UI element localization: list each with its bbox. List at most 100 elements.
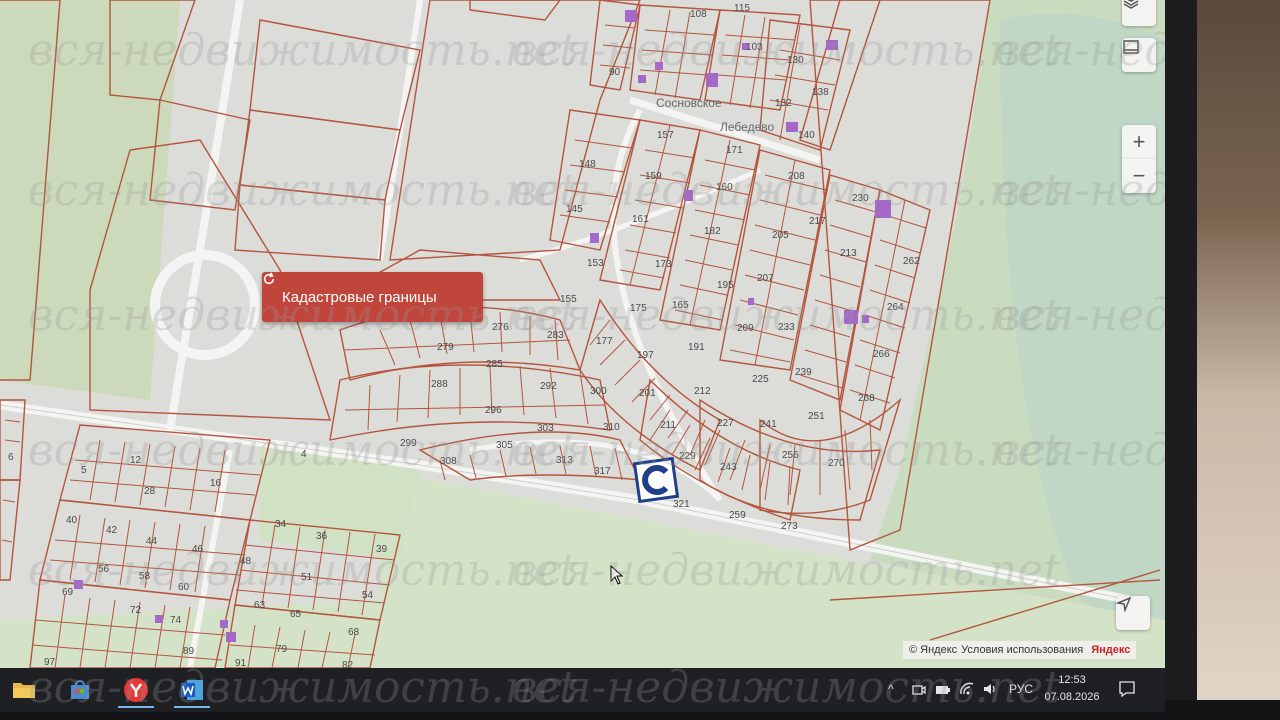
wifi-icon[interactable] xyxy=(959,681,975,697)
plot-label: 201 xyxy=(639,388,656,399)
plot-label: 175 xyxy=(630,303,647,314)
plot-label: 283 xyxy=(547,330,564,341)
plot-label: 16 xyxy=(210,478,222,489)
plot-label: 60 xyxy=(178,582,190,593)
plot-label: 243 xyxy=(720,462,737,473)
plot-label: 299 xyxy=(400,438,417,449)
plot-label: 42 xyxy=(106,525,118,536)
plot-label: 195 xyxy=(717,280,734,291)
plot-label: 82 xyxy=(342,660,354,668)
plot-label: 65 xyxy=(290,609,302,620)
map-attribution: © Яндекс Условия использования Яндекс xyxy=(903,641,1137,659)
volume-icon[interactable] xyxy=(982,681,998,697)
refresh-icon xyxy=(263,272,275,285)
taskbar: ^ РУС 12:53 07.08.2026 xyxy=(0,668,1165,712)
plot-label: 91 xyxy=(235,658,247,668)
plot-label: 173 xyxy=(655,259,672,270)
ruler-button[interactable] xyxy=(1122,38,1156,72)
plot-label: 140 xyxy=(798,130,815,141)
plot-label: 305 xyxy=(496,440,513,451)
plot-label: 182 xyxy=(704,226,721,237)
plot-label: 259 xyxy=(729,510,746,521)
terms-link[interactable]: Условия использования xyxy=(961,644,1083,656)
plot-label: 191 xyxy=(688,342,705,353)
plot-label: 159 xyxy=(645,171,662,182)
plot-label: 310 xyxy=(603,422,620,433)
plus-icon: + xyxy=(1132,129,1146,154)
road-west xyxy=(166,0,244,431)
cadastral-map[interactable]: 108 115 90 103 130 132 138 140 157 171 1… xyxy=(0,0,1165,668)
plot-label: 115 xyxy=(734,3,750,14)
plot-label: 285 xyxy=(486,359,503,370)
battery-icon[interactable] xyxy=(935,682,951,698)
plot-label: 28 xyxy=(144,486,156,497)
plot-label: 103 xyxy=(746,42,763,53)
minus-icon: − xyxy=(1132,163,1146,188)
plot-label: 270 xyxy=(828,458,845,469)
plot-label: 239 xyxy=(795,367,812,378)
place-label-sosnovskoe: Сосновское xyxy=(656,96,722,110)
plot-label: 130 xyxy=(787,55,804,66)
layers-button[interactable] xyxy=(1122,0,1156,26)
clock[interactable]: 12:53 07.08.2026 xyxy=(1030,672,1114,706)
plot-label: 288 xyxy=(431,379,448,390)
plot-label: 251 xyxy=(808,411,825,422)
cadastral-button-label: Кадастровые границы xyxy=(282,288,437,306)
plot-label: 279 xyxy=(437,342,454,353)
plot-label: 58 xyxy=(139,571,151,582)
mouse-cursor-icon xyxy=(610,565,624,585)
plot-label: 79 xyxy=(276,644,288,655)
plot-label: 4 xyxy=(301,449,307,460)
plot-label: 153 xyxy=(587,258,604,269)
store-button[interactable] xyxy=(62,674,98,706)
tray-chevron-button[interactable]: ^ xyxy=(888,682,894,696)
plot-label: 54 xyxy=(362,590,374,601)
plot-label: 209 xyxy=(737,323,754,334)
plot-label: 205 xyxy=(772,230,789,241)
plot-label: 48 xyxy=(240,556,252,567)
plot-label: 262 xyxy=(903,256,920,267)
plot-label: 230 xyxy=(852,193,869,204)
plot-label: 157 xyxy=(657,130,674,141)
plot-label: 177 xyxy=(596,336,613,347)
plot-label: 268 xyxy=(858,393,875,404)
plot-label: 171 xyxy=(726,145,743,156)
yandex-browser-button[interactable] xyxy=(118,674,154,708)
plot-label: 212 xyxy=(694,386,711,397)
plot-label: 208 xyxy=(788,171,805,182)
plot-label: 132 xyxy=(775,98,792,109)
plot-label: 97 xyxy=(44,657,56,668)
plot-label: 155 xyxy=(560,294,577,305)
yandex-logo: Яндекс xyxy=(1091,644,1131,656)
plot-label: 6 xyxy=(8,452,14,463)
plot-label: 138 xyxy=(812,87,829,98)
plot-label: 256 xyxy=(782,450,799,461)
place-label-lebedevo: Лебедево xyxy=(720,120,775,134)
plot-label: 213 xyxy=(840,248,857,259)
plot-label: 233 xyxy=(778,322,795,333)
folder-icon xyxy=(13,683,35,698)
locate-button[interactable] xyxy=(1116,596,1150,630)
zoom-out-button[interactable]: − xyxy=(1122,159,1156,193)
clock-date: 07.08.2026 xyxy=(1044,691,1100,703)
notifications-icon[interactable] xyxy=(1118,680,1136,698)
plot-label: 160 xyxy=(716,182,733,193)
plot-label: 161 xyxy=(632,214,649,225)
map-canvas[interactable] xyxy=(0,0,1165,668)
plot-label: 211 xyxy=(660,420,676,431)
navigation-arrow-icon xyxy=(1116,596,1132,612)
plot-label: 69 xyxy=(62,587,74,598)
meet-now-icon[interactable] xyxy=(911,682,927,698)
plot-label: 56 xyxy=(98,564,110,575)
word-button[interactable] xyxy=(174,674,210,708)
cadastral-boundaries-button[interactable]: Кадастровые границы xyxy=(262,272,483,322)
plot-label: 63 xyxy=(254,600,266,611)
plot-label: 313 xyxy=(556,455,573,466)
plot-label: 317 xyxy=(594,466,611,477)
plot-label: 46 xyxy=(192,544,204,555)
room-background xyxy=(1195,0,1280,720)
zoom-in-button[interactable]: + xyxy=(1122,125,1156,159)
file-explorer-button[interactable] xyxy=(6,674,42,706)
plot-label: 227 xyxy=(717,418,734,429)
plot-label: 89 xyxy=(183,646,195,657)
